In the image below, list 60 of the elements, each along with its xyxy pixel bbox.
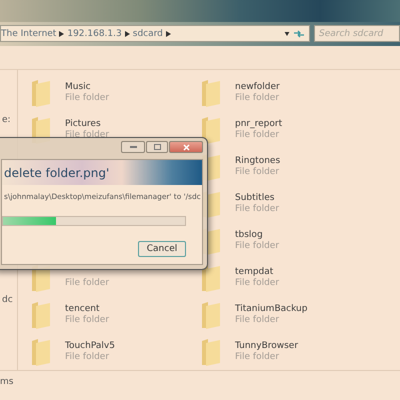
folder-type: File folder xyxy=(235,204,280,214)
folder-type: File folder xyxy=(65,92,110,104)
folder-type: File folder xyxy=(235,240,280,252)
search-field[interactable]: Search sdcard xyxy=(314,25,400,42)
folder-name: TitaniumBackup xyxy=(235,304,308,314)
folder-type: File folder xyxy=(235,130,280,140)
folder-type: File folder xyxy=(235,278,280,288)
address-bar[interactable]: The Internet 192.168.1.3 sdcard xyxy=(0,25,310,42)
folder-icon xyxy=(200,114,222,144)
folder-type: File folder xyxy=(235,314,280,326)
arrow-icon xyxy=(166,30,171,36)
folder-name: tempdat xyxy=(235,266,274,278)
folder-item[interactable]: pnr_report File folder xyxy=(200,111,400,148)
status-text: ms xyxy=(0,377,14,387)
arrow-icon xyxy=(59,30,64,36)
breadcrumb[interactable]: The Internet xyxy=(1,28,56,38)
nav-item[interactable]: e: xyxy=(2,115,17,125)
minimize-button[interactable] xyxy=(121,141,145,153)
breadcrumb[interactable]: 192.168.1.3 xyxy=(67,28,122,38)
folder-type: File folder xyxy=(65,130,110,140)
nav-item[interactable]: dc xyxy=(2,295,17,305)
maximize-icon xyxy=(154,144,160,150)
close-button[interactable] xyxy=(169,141,203,153)
folder-type: File folder xyxy=(235,166,280,178)
folder-name: tbslog xyxy=(235,230,264,240)
folder-icon xyxy=(200,300,222,330)
close-icon xyxy=(182,144,190,150)
dropdown-icon[interactable] xyxy=(284,32,290,36)
folder-name: TouchPalv5 xyxy=(65,340,115,352)
folder-name: newfolder xyxy=(235,82,280,92)
folder-item[interactable]: tempdat File folder xyxy=(200,259,400,296)
folder-type: File folder xyxy=(65,314,110,326)
folder-name: Music xyxy=(65,82,92,92)
folder-type: File folder xyxy=(65,352,110,362)
cancel-button[interactable]: Cancel xyxy=(138,241,186,257)
maximize-button[interactable] xyxy=(146,141,168,153)
folder-icon xyxy=(30,300,52,330)
folder-item[interactable]: Music File folder xyxy=(30,74,200,111)
arrow-icon xyxy=(124,30,130,36)
folder-name: pnr_report xyxy=(235,118,282,130)
folder-icon xyxy=(200,336,222,366)
folder-name: tencent xyxy=(65,304,100,314)
folder-name: Subtitles xyxy=(235,192,276,204)
folder-type: File folder xyxy=(235,352,280,362)
folder-item[interactable]: TitaniumBackup File folder xyxy=(200,296,400,333)
folder-item[interactable]: TunnyBrowser File folder xyxy=(200,333,400,370)
folder-name: TunnyBrowser xyxy=(235,340,298,352)
folder-item[interactable]: TouchPalv5 File folder xyxy=(30,333,200,370)
breadcrumb[interactable]: sdcard xyxy=(132,28,163,38)
folder-icon xyxy=(30,336,52,366)
folder-item[interactable]: tencent File folder xyxy=(30,296,200,333)
folder-name: Ringtones xyxy=(235,156,280,166)
folder-icon xyxy=(200,78,222,108)
folder-type: File folder xyxy=(65,278,110,288)
folder-name: Pictures xyxy=(65,118,102,130)
dialog-heading: delete folder.png' xyxy=(4,166,110,180)
folder-icon xyxy=(30,78,52,108)
folder-type: File folder xyxy=(235,92,280,104)
minimize-icon xyxy=(130,146,136,148)
folder-item[interactable]: newfolder File folder xyxy=(200,74,400,111)
